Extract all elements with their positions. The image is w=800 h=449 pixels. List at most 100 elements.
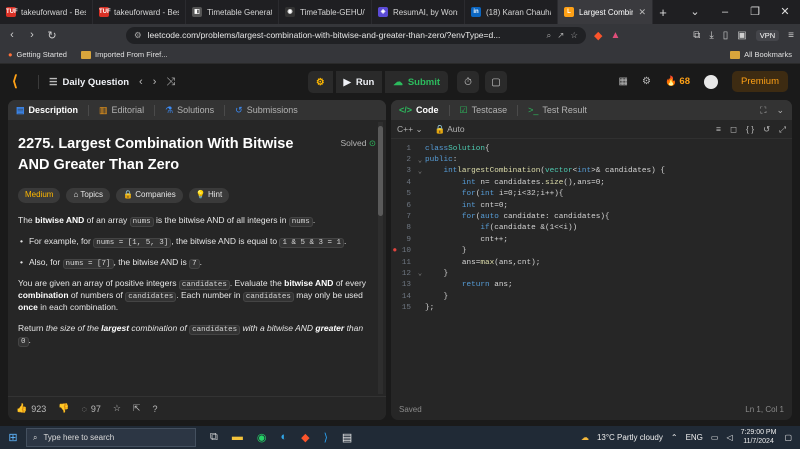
favorite-button[interactable]: ☆ (113, 403, 121, 414)
sidebar-icon[interactable]: ▯ (723, 30, 729, 41)
brave-shield-icon[interactable]: ◆ (594, 29, 602, 42)
store-icon[interactable]: ▤ (342, 431, 352, 444)
run-button[interactable]: ▶ Run (335, 71, 383, 93)
browser-tab[interactable]: TUF takeuforward - Best (0, 0, 93, 24)
streak-counter[interactable]: 🔥 68 (665, 76, 690, 87)
breakpoint-icon[interactable]: ● (393, 247, 398, 255)
daily-question-link[interactable]: ☰ Daily Question (49, 77, 129, 88)
dislike-button[interactable]: 👎 (58, 403, 69, 414)
downloads-icon[interactable]: ⤓ (709, 30, 713, 41)
comments-button[interactable]: ◌ 97 (81, 404, 100, 414)
scrollbar[interactable] (378, 122, 383, 394)
language-indicator[interactable]: ENG (686, 433, 703, 442)
topics-tag[interactable]: ⌂ Topics (66, 188, 111, 203)
weather-icon[interactable]: ☁ (581, 433, 589, 442)
bookmark-icon[interactable]: ◻ (730, 124, 737, 135)
browser-tab[interactable]: in (18) Karan Chauhan (465, 0, 558, 24)
bookmark-getting-started[interactable]: ● Getting Started (8, 50, 67, 59)
zoom-icon[interactable]: ⌕ (546, 30, 551, 41)
debug-button[interactable]: ⚙ (308, 71, 333, 93)
difficulty-tag[interactable]: Medium (18, 188, 61, 203)
tab-editorial[interactable]: ▥ Editorial (99, 105, 144, 116)
restore-button[interactable]: ❐ (740, 0, 770, 24)
all-bookmarks-button[interactable]: All Bookmarks (730, 50, 792, 59)
like-button[interactable]: 👍 923 (16, 403, 46, 414)
shuffle-icon[interactable]: ⤨ (166, 76, 175, 89)
tab-submissions[interactable]: ↺ Submissions (235, 105, 298, 116)
code-icon: </> (399, 105, 413, 115)
leetcode-logo[interactable]: ⟨ (12, 74, 28, 90)
notifications-icon[interactable]: ▢ (784, 433, 792, 442)
browser-tab[interactable]: ◉ TimeTable-GEHU/Tim (279, 0, 372, 24)
autocomplete-mode[interactable]: 🔒 Auto (435, 124, 465, 135)
code-editor[interactable]: 1 class Solution { 2 ⌄ public: 3 ⌄ int large… (391, 139, 792, 314)
tab-search-icon[interactable]: ⌄ (680, 0, 710, 24)
vpn-button[interactable]: VPN (755, 29, 780, 41)
submit-button[interactable]: ☁ Submit (385, 71, 449, 93)
premium-button[interactable]: Premium (731, 71, 788, 92)
layout-icon[interactable]: ▦ (619, 76, 628, 87)
brave-icon[interactable]: ◆ (301, 431, 309, 444)
tab-solutions[interactable]: ⚗ Solutions (165, 105, 214, 116)
windows-start-icon[interactable]: ⊞ (0, 431, 26, 444)
browser-tab[interactable]: ◈ ResumAI, by Wonsuk (372, 0, 465, 24)
reload-button[interactable]: ↻ (46, 29, 58, 42)
language-select[interactable]: C++ ⌄ (397, 124, 423, 135)
volume-icon[interactable]: ◁ (726, 433, 732, 442)
fullscreen-icon[interactable]: ⤢ (779, 124, 786, 135)
reset-icon[interactable]: ↺ (763, 124, 770, 135)
whatsapp-icon[interactable]: ◉ (257, 431, 267, 444)
new-tab-button[interactable]: + (653, 5, 673, 20)
browser-menu-icon[interactable]: ≡ (788, 30, 794, 41)
scrollbar-thumb[interactable] (378, 126, 383, 216)
tab-testcase[interactable]: ☑ Testcase (460, 105, 508, 116)
timer-icon[interactable]: ⏱ (457, 71, 480, 93)
url-field[interactable]: ⚙ leetcode.com/problems/largest-combinat… (126, 26, 586, 44)
bookmark-imported[interactable]: Imported From Firef... (80, 50, 168, 59)
companies-tag[interactable]: 🔒 Companies (116, 188, 183, 203)
extensions-icon[interactable]: ⧉ (693, 30, 700, 41)
code-line: 7 for(auto candidate: candidates){ (406, 213, 610, 222)
bookmark-star-icon[interactable]: ☆ (570, 30, 578, 41)
network-icon[interactable]: ▭ (711, 433, 719, 442)
site-info-icon[interactable]: ⚙ (134, 30, 142, 41)
prev-question-button[interactable]: ‹ (139, 76, 143, 88)
brave-rewards-icon[interactable]: ▲ (610, 30, 620, 41)
hint-tag[interactable]: 💡 Hint (188, 188, 230, 203)
collapse-icon[interactable]: ⌄ (776, 105, 784, 116)
forward-button[interactable]: › (26, 29, 38, 41)
wallet-icon[interactable]: ▣ (737, 30, 746, 41)
share-button[interactable]: ⇱ (133, 403, 141, 414)
avatar[interactable] (703, 74, 718, 89)
browser-tab[interactable]: ◧ Timetable Generation (186, 0, 279, 24)
braces-icon[interactable]: { } (746, 124, 754, 135)
help-button[interactable]: ? (152, 404, 157, 414)
browser-tab[interactable]: TUF takeuforward - Best (93, 0, 186, 24)
weather-text[interactable]: 13°C Partly cloudy (597, 433, 663, 442)
code-line: 12 ⌄ } (401, 269, 449, 279)
browser-tab[interactable]: L Largest Combina ✕ (558, 0, 653, 24)
edge-icon[interactable]: ◐ (280, 431, 287, 444)
tab-test-result[interactable]: >_ Test Result (528, 105, 587, 115)
tab-code[interactable]: </> Code (399, 105, 439, 115)
taskbar-search[interactable]: ⌕ Type here to search (26, 428, 196, 447)
task-view-icon[interactable]: ⧉ (210, 431, 218, 444)
file-explorer-icon[interactable]: ▬ (232, 431, 243, 444)
settings-gear-icon[interactable]: ⚙ (642, 76, 651, 87)
maximize-icon[interactable]: ⛶ (760, 105, 766, 116)
tab-description[interactable]: ▤ Description (16, 105, 78, 116)
back-button[interactable]: ‹ (6, 29, 18, 41)
folder-icon (730, 50, 741, 59)
minimize-button[interactable]: – (710, 0, 740, 24)
close-window-button[interactable]: ✕ (770, 0, 800, 24)
next-question-button[interactable]: › (153, 76, 157, 88)
format-icon[interactable]: ≡ (716, 124, 721, 135)
tray-expand-icon[interactable]: ⌃ (671, 433, 678, 442)
clock[interactable]: 7:29:00 PM 11/7/2024 (741, 429, 777, 447)
close-tab-icon[interactable]: ✕ (638, 7, 646, 18)
notes-icon[interactable]: ▢ (485, 71, 508, 93)
problem-footer: 👍 923 👎 ◌ 97 ☆ ⇱ ? (8, 396, 386, 420)
vscode-icon[interactable]: ⟩ (324, 431, 328, 444)
code-line: 9 cnt++; (406, 235, 509, 244)
share-icon[interactable]: ↗ (557, 30, 564, 41)
